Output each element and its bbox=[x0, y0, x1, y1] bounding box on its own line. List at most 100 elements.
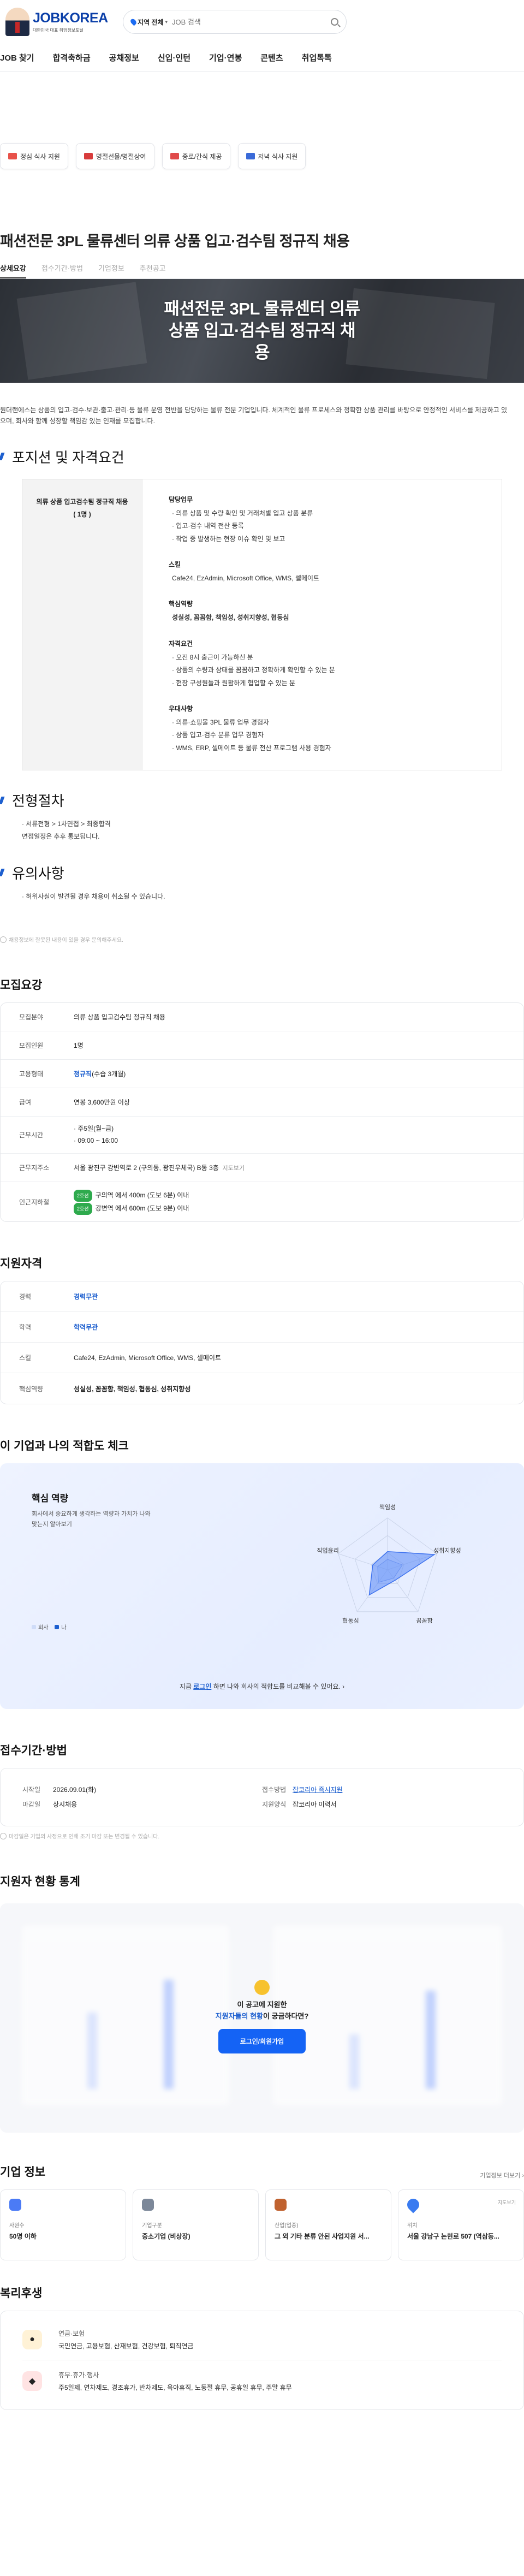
fit-card-desc: 회사에서 중요하게 생각하는 역량과 가치가 나와 맞는지 알아보기 bbox=[32, 1511, 151, 1528]
benefit-chips: 정심 식사 지원 명절선물/명절상여 중로/간식 제공 저녁 식사 지원 bbox=[0, 143, 524, 169]
company-tile-industry: 산업(업종) 그 외 기타 분류 안된 사업지원 서... bbox=[265, 2189, 391, 2261]
logo[interactable]: JOBKOREA 대한민국 대표 취업정보포털 bbox=[5, 8, 123, 36]
info-row: 인근지하철 2호선 구의역 에서 400m (도보 6분) 이내 2호선 강변역 에서… bbox=[1, 1182, 523, 1221]
radar-label: 책임성 bbox=[379, 1504, 396, 1511]
map-view-link[interactable]: 지도보기 bbox=[498, 2199, 516, 2206]
nav-job-talk[interactable]: 취업톡톡 bbox=[302, 52, 332, 63]
benefit-chip[interactable]: 저녁 식사 지원 bbox=[237, 143, 306, 169]
recruit-card: 모집분야 의류 상품 입고검수팀 정규직 채용 모집인원 1명 고용형태 정규직… bbox=[0, 1002, 524, 1222]
benefit-chip[interactable]: 중로/간식 제공 bbox=[162, 143, 230, 169]
company-header: 기업 정보 기업정보 더보기 › bbox=[0, 2163, 524, 2180]
piggy-bank-icon: ● bbox=[22, 2329, 42, 2349]
benefit-chip[interactable]: 정심 식사 지원 bbox=[0, 143, 68, 169]
stats-card: 이 공고에 지원한 지원자들의 현황이 궁금하다면? 로그인/회원가입 bbox=[0, 1903, 524, 2133]
thinking-face-icon bbox=[254, 1980, 270, 1996]
company-tile-location: 지도보기 위치 서울 강남구 논현로 507 (역삼동... bbox=[398, 2189, 524, 2261]
search-icon[interactable] bbox=[331, 18, 338, 26]
radar-chart: 책임성 성취지향성 꼼꼼함 협동심 직업윤리 bbox=[317, 1504, 461, 1625]
hero-decoration bbox=[16, 282, 147, 380]
hero-text: 패션전문 3PL 물류센터 의류 상품 입고·검수팀 정규직 채용 bbox=[164, 299, 360, 363]
logo-brand: JOBKOREA bbox=[33, 10, 108, 26]
search-box: 지역 전체 ▾ bbox=[123, 10, 347, 34]
nav-newcomer-intern[interactable]: 신입·인턴 bbox=[158, 52, 190, 63]
company-more-link[interactable]: 기업정보 더보기 › bbox=[480, 2171, 524, 2180]
qualification-group: 자격요건 · 오전 8시 출근이 가능하신 분 · 상품의 수량과 상태를 꼼꼼… bbox=[169, 639, 335, 687]
radar-label: 꼼꼼함 bbox=[416, 1618, 432, 1625]
briefcase-icon bbox=[275, 2199, 287, 2211]
report-error-link[interactable]: 채용정보에 잘못된 내용이 있을 경우 문의해주세요. bbox=[0, 935, 524, 943]
info-icon bbox=[0, 936, 7, 943]
apply-note: 마감일은 기업의 사정으로 인해 조기 마감 또는 변경될 수 있습니다. bbox=[0, 1832, 524, 1840]
detail-tabs: 상세요강 접수기간·방법 기업정보 추천공고 bbox=[0, 263, 524, 279]
qualify-title: 지원자격 bbox=[0, 1257, 43, 1271]
login-signup-button[interactable]: 로그인/회원가입 bbox=[218, 2028, 306, 2053]
search-input[interactable] bbox=[172, 17, 326, 26]
top-header: JOBKOREA 대한민국 대표 취업정보포털 지역 전체 ▾ bbox=[0, 0, 524, 44]
job-title: 패션전문 3PL 물류센터 의류 상품 입고·검수팀 정규직 채용 bbox=[0, 233, 350, 250]
stats-login-prompt: 이 공고에 지원한 지원자들의 현황이 궁금하다면? 로그인/회원가입 bbox=[0, 1980, 524, 2053]
chevron-right-icon: › bbox=[342, 1683, 345, 1691]
nav-public-recruit[interactable]: 공채정보 bbox=[109, 52, 139, 63]
nav-company-salary[interactable]: 기업·연봉 bbox=[209, 52, 242, 63]
info-row: 근무지주소 서울 광진구 강변역로 2 (구의동, 광진우체국) B동 3층 지… bbox=[1, 1154, 523, 1183]
nav-contents[interactable]: 콘텐츠 bbox=[260, 52, 283, 63]
region-label: 지역 전체 bbox=[138, 18, 164, 26]
main-nav: JOB 찾기 합격축하금 공채정보 신입·인턴 기업·연봉 콘텐츠 취업톡톡 bbox=[0, 44, 524, 72]
company-grid: 사원수 50명 이하 기업구분 중소기업 (비상장) 산업(업종) 그 외 기타… bbox=[0, 2189, 524, 2261]
info-row: 학력 학력무관 bbox=[1, 1312, 523, 1343]
tab-recommended[interactable]: 추천공고 bbox=[140, 263, 166, 278]
map-view-link[interactable]: 지도보기 bbox=[222, 1165, 244, 1172]
legend-company: 회사 bbox=[32, 1623, 48, 1631]
fit-login-cta: 지금 로그인 하면 나와 회사의 적합도를 비교해볼 수 있어요. › bbox=[179, 1683, 345, 1691]
building-icon bbox=[142, 2199, 154, 2211]
stats-title: 지원자 현황 통계 bbox=[0, 1875, 80, 1889]
benefit-chip[interactable]: 명절선물/명절상여 bbox=[75, 143, 154, 169]
section-heading-process: 전형절차 bbox=[0, 790, 524, 810]
fit-title: 이 기업과 나의 적합도 체크 bbox=[0, 1440, 129, 1453]
section-heading-notice: 유의사항 bbox=[0, 863, 524, 883]
info-icon bbox=[0, 1832, 7, 1839]
competency-group: 핵심역량 성실성, 꼼꼼함, 책임성, 성취지향성, 협동심 bbox=[169, 600, 289, 622]
welfare-title: 복리후생 bbox=[0, 2287, 43, 2300]
benefit-chip-label: 명절선물/명절상여 bbox=[96, 152, 146, 161]
employment-type-link[interactable]: 정규직 bbox=[74, 1070, 92, 1078]
nav-pass-bonus[interactable]: 합격축하금 bbox=[53, 52, 91, 63]
company-tile-employees: 사원수 50명 이하 bbox=[0, 2189, 126, 2261]
instant-apply-link[interactable]: 잡코리아 즉시지원 bbox=[293, 1783, 343, 1797]
company-intro: 원더랜에스는 상품의 입고·검수·보관·출고·관리·등 물류 운영 전반을 담당… bbox=[0, 406, 508, 425]
info-row: 경력 경력무관 bbox=[1, 1281, 523, 1313]
company-tile-type: 기업구분 중소기업 (비상장) bbox=[133, 2189, 259, 2261]
position-name: 의류 상품 입고검수팀 정규직 채용 ( 1명 ) bbox=[22, 479, 142, 770]
login-link[interactable]: 로그인 bbox=[193, 1683, 211, 1690]
fit-card-title: 핵심 역량 bbox=[32, 1493, 69, 1504]
apply-card: 시작일 2026.09.01(화) 마감일 상시채용 접수방법 잡코리아 즉시지원 지… bbox=[0, 1768, 524, 1827]
welfare-card: ● 연금·보험 국민연금, 고용보험, 산재보험, 건강보험, 퇴직연금 ◆ 휴… bbox=[0, 2311, 524, 2411]
nav-job-search[interactable]: JOB 찾기 bbox=[0, 52, 34, 63]
logo-avatar-icon bbox=[5, 8, 29, 36]
subway-line-badge: 2호선 bbox=[74, 1190, 92, 1202]
fit-card: 핵심 역량 회사에서 중요하게 생각하는 역량과 가치가 나와 맞는지 알아보기… bbox=[0, 1463, 524, 1710]
section-marker-icon bbox=[0, 796, 9, 804]
company-title: 기업 정보 bbox=[0, 2166, 46, 2179]
tab-company-info[interactable]: 기업정보 bbox=[98, 263, 124, 278]
region-selector[interactable]: 지역 전체 ▾ bbox=[129, 17, 168, 27]
radar-label: 성취지향성 bbox=[433, 1547, 461, 1554]
legend-me: 나 bbox=[55, 1623, 67, 1631]
requirements-detail: 담당업무 · 의류 상품 및 수량 확인 및 거래처별 입고 상품 분류 · 입… bbox=[142, 479, 502, 770]
hero-decoration bbox=[346, 288, 495, 379]
info-row: 급여 연봉 3,600만원 이상 bbox=[1, 1088, 523, 1117]
apply-period: 시작일 2026.09.01(화) 마감일 상시채용 bbox=[22, 1786, 97, 1808]
welfare-item: ◆ 휴무·휴가·행사 주5일제, 연차제도, 경조휴가, 반차제도, 육아휴직,… bbox=[22, 2360, 502, 2402]
duty-group: 담당업무 · 의류 상품 및 수량 확인 및 거래처별 입고 상품 분류 · 입… bbox=[169, 495, 313, 543]
apply-method: 접수방법 잡코리아 즉시지원 지원양식 잡코리아 이력서 bbox=[262, 1783, 502, 1812]
tab-detail[interactable]: 상세요강 bbox=[0, 263, 26, 278]
benefit-icon bbox=[8, 153, 17, 159]
tab-apply-period[interactable]: 접수기간·방법 bbox=[41, 263, 83, 278]
info-row: 모집인원 1명 bbox=[1, 1031, 523, 1060]
benefit-icon bbox=[246, 153, 255, 159]
radar-label: 협동심 bbox=[342, 1618, 359, 1625]
benefit-chip-label: 중로/간식 제공 bbox=[182, 152, 222, 161]
apply-title: 접수기간·방법 bbox=[0, 1744, 67, 1758]
section-marker-icon bbox=[0, 453, 9, 461]
requirements-box: 의류 상품 입고검수팀 정규직 채용 ( 1명 ) 담당업무 · 의류 상품 및… bbox=[22, 478, 502, 771]
